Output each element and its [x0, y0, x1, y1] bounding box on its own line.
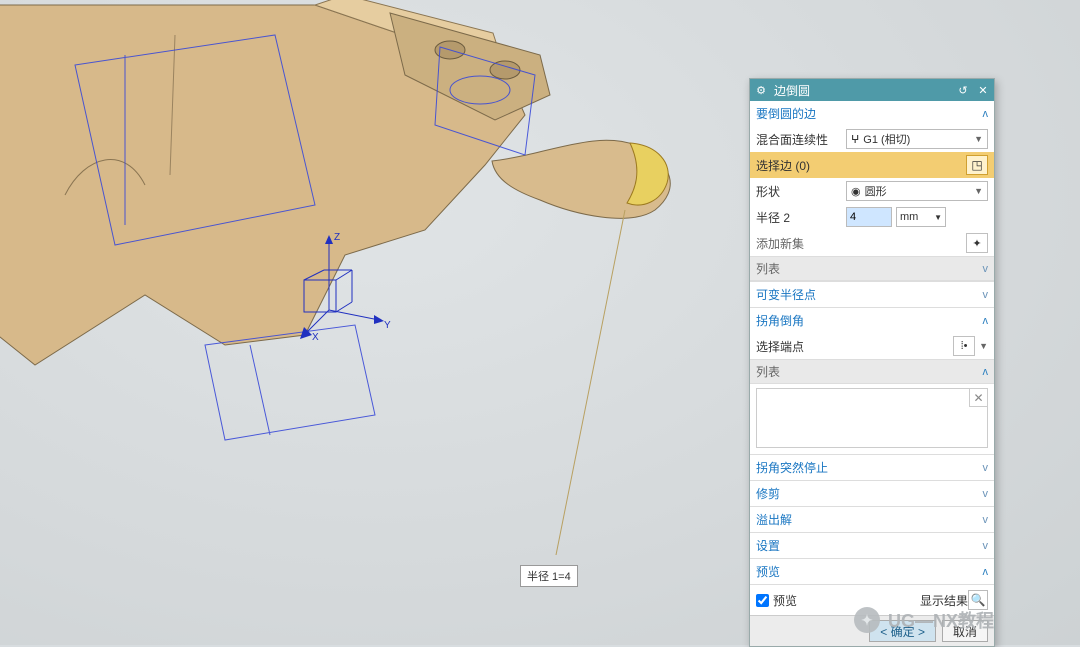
delete-icon[interactable]: ✕	[969, 389, 987, 407]
chevron-down-icon: v	[983, 263, 989, 275]
close-icon[interactable]: ✕	[976, 83, 990, 97]
row-shape: 形状 ◉ 圆形 ▼	[750, 178, 994, 204]
row-select-endpoint[interactable]: 选择端点 ⁞• ▼	[750, 333, 994, 359]
list-header-corner[interactable]: 列表 ʌ	[750, 359, 994, 384]
edge-blend-dialog: ⚙ 边倒圆 ↺ ✕ 要倒圆的边 ʌ 混合面连续性 ⵖ G1 (相切) ▼ 选择边…	[749, 78, 995, 647]
row-select-edge[interactable]: 选择边 (0) ◳	[750, 152, 994, 178]
svg-text:Y: Y	[384, 320, 391, 331]
chevron-up-icon: ʌ	[983, 315, 989, 327]
unit-select[interactable]: mm ▼	[896, 207, 946, 227]
shape-select[interactable]: ◉ 圆形 ▼	[846, 181, 988, 201]
gear-icon[interactable]: ⚙	[754, 83, 768, 97]
show-result-label: 显示结果	[920, 592, 968, 609]
section-settings[interactable]: 设置 v	[750, 532, 994, 558]
dialog-title: 边倒圆	[774, 82, 950, 99]
watermark: ✦ UG—NX教程	[854, 607, 994, 633]
point-picker-icon[interactable]: ⁞•	[953, 336, 975, 356]
section-var-radius[interactable]: 可变半径点 v	[750, 281, 994, 307]
list-header-edges[interactable]: 列表 v	[750, 256, 994, 281]
section-edges[interactable]: 要倒圆的边 ʌ	[750, 101, 994, 126]
section-trim[interactable]: 修剪 v	[750, 480, 994, 506]
circle-icon: ◉	[851, 185, 861, 198]
continuity-select[interactable]: ⵖ G1 (相切) ▼	[846, 129, 988, 149]
chevron-up-icon: ʌ	[983, 566, 989, 578]
chevron-up-icon: ʌ	[983, 366, 989, 378]
section-overflow[interactable]: 溢出解 v	[750, 506, 994, 532]
curve-icon: ⵖ	[851, 133, 859, 146]
svg-text:X: X	[312, 332, 319, 343]
coordinate-system: Z Y X	[284, 220, 404, 343]
section-corner-stop[interactable]: 拐角突然停止 v	[750, 454, 994, 480]
caret-down-icon: ▼	[979, 341, 988, 351]
svg-text:Z: Z	[334, 232, 340, 243]
chevron-down-icon: v	[983, 462, 989, 474]
row-add-set[interactable]: 添加新集 ✦	[750, 230, 994, 256]
chevron-up-icon: ʌ	[983, 108, 989, 120]
row-continuity: 混合面连续性 ⵖ G1 (相切) ▼	[750, 126, 994, 152]
chevron-down-icon: v	[983, 514, 989, 526]
preview-checkbox[interactable]	[756, 594, 769, 607]
reset-icon[interactable]: ↺	[956, 83, 970, 97]
section-corner[interactable]: 拐角倒角 ʌ	[750, 307, 994, 333]
preview-checkbox-label[interactable]: 预览	[756, 592, 920, 609]
dialog-titlebar[interactable]: ⚙ 边倒圆 ↺ ✕	[750, 79, 994, 101]
caret-down-icon: ▼	[974, 186, 983, 196]
add-icon[interactable]: ✦	[966, 233, 988, 253]
corner-listbox[interactable]: ✕	[756, 388, 988, 448]
radius-annotation[interactable]: 半径 1=4	[520, 565, 578, 587]
caret-down-icon: ▼	[934, 213, 942, 222]
radius-input[interactable]	[846, 207, 892, 227]
chevron-down-icon: v	[983, 488, 989, 500]
row-radius: 半径 2 mm ▼	[750, 204, 994, 230]
section-preview[interactable]: 预览 ʌ	[750, 558, 994, 584]
caret-down-icon: ▼	[974, 134, 983, 144]
wechat-icon: ✦	[854, 607, 880, 633]
chevron-down-icon: v	[983, 540, 989, 552]
select-edge-icon[interactable]: ◳	[966, 155, 988, 175]
chevron-down-icon: v	[983, 289, 989, 301]
